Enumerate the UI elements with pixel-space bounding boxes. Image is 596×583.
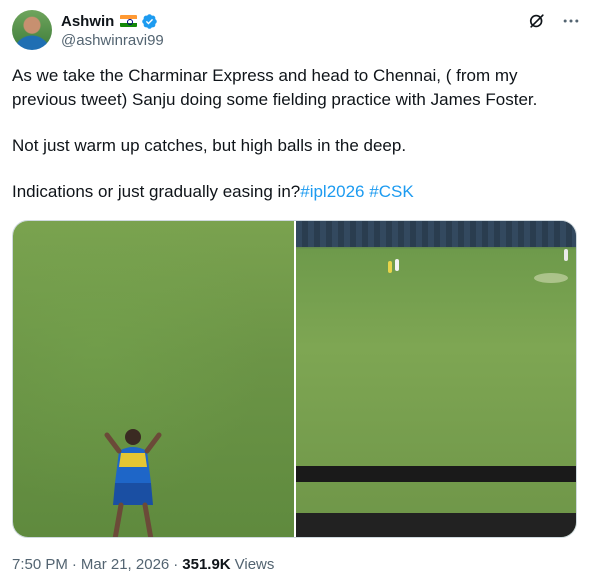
railing: [296, 466, 576, 482]
display-name[interactable]: Ashwin: [61, 13, 114, 30]
avatar[interactable]: [12, 10, 52, 50]
tweet-paragraph-3-text: Indications or just gradually easing in?: [12, 182, 301, 201]
fielder-figure: [395, 259, 399, 271]
hashtag-ipl2026[interactable]: #ipl2026: [300, 182, 364, 201]
meta-separator: ·: [173, 556, 179, 573]
top-actions: [526, 10, 582, 32]
hashtag-csk[interactable]: #CSK: [369, 182, 413, 201]
verified-badge-icon[interactable]: [141, 13, 158, 30]
player-figure: [104, 429, 162, 537]
fielder-figure: [564, 249, 568, 261]
stadium-stands: [296, 221, 576, 247]
author-handle[interactable]: @ashwinravi99: [61, 32, 164, 49]
author-name-row: Ashwin: [61, 12, 158, 30]
tweet-paragraph-1: As we take the Charminar Express and hea…: [12, 66, 538, 109]
tweet-card: Ashwin @ashwinravi99 As we take the Char…: [0, 0, 596, 583]
more-options-icon[interactable]: [560, 10, 582, 32]
india-flag-icon: [120, 15, 138, 27]
fielder-figure: [388, 261, 392, 273]
grok-icon[interactable]: [526, 10, 548, 32]
pitch-area: [534, 273, 568, 283]
tweet-meta: 7:50 PM · Mar 21, 2026 · 351.9K Views: [12, 556, 274, 573]
tweet-paragraph-3: Indications or just gradually easing in?…: [12, 180, 584, 204]
media-image-2[interactable]: [296, 221, 576, 537]
views-count: 351.9K: [182, 556, 231, 573]
tweet-time[interactable]: 7:50 PM: [12, 556, 68, 573]
tweet-paragraph-2: Not just warm up catches, but high balls…: [12, 136, 407, 155]
media-grid: [12, 220, 577, 538]
tweet-text: As we take the Charminar Express and hea…: [12, 64, 584, 204]
media-image-1[interactable]: [13, 221, 294, 537]
railing: [296, 513, 576, 537]
views-label: Views: [234, 556, 275, 573]
meta-separator: ·: [71, 556, 77, 573]
tweet-date[interactable]: Mar 21, 2026: [81, 556, 169, 573]
